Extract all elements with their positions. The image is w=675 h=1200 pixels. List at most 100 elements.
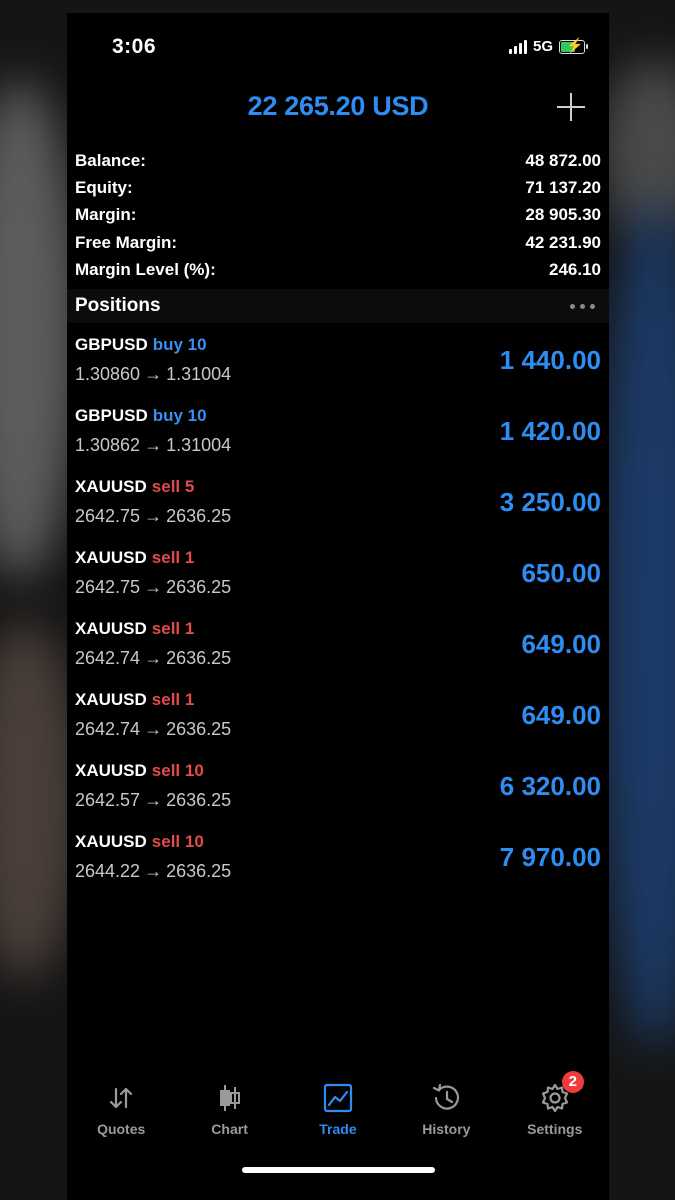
arrow-right-icon: →	[144, 577, 163, 597]
position-current-price: 2636.25	[166, 861, 232, 881]
quotes-icon	[104, 1081, 138, 1115]
account-profit-title: 22 265.20 USD	[247, 91, 429, 121]
position-row[interactable]: GBPUSD buy 10 1.30860 → 1.31004 1 440.00	[67, 331, 609, 402]
tab-label: Settings	[527, 1121, 583, 1137]
summary-row-margin: Margin: 28 905.30	[75, 202, 601, 229]
position-current-price: 2636.25	[166, 719, 232, 739]
position-current-price: 2636.25	[166, 648, 232, 668]
position-current-price: 1.31004	[166, 435, 232, 455]
summary-value: 48 872.00	[525, 150, 601, 170]
summary-value: 42 231.90	[525, 232, 601, 252]
summary-row-free-margin: Free Margin: 42 231.90	[75, 229, 601, 256]
trade-icon	[321, 1081, 355, 1115]
position-row[interactable]: XAUUSD sell 1 2642.75 → 2636.25 650.00	[67, 544, 609, 615]
notification-badge: 2	[561, 1071, 584, 1093]
position-current-price: 2636.25	[166, 790, 232, 810]
summary-value: 71 137.20	[525, 177, 601, 197]
tab-label: History	[422, 1121, 471, 1137]
summary-label: Balance:	[75, 150, 146, 170]
position-profit: 649.00	[521, 629, 601, 659]
position-side: sell 1	[151, 548, 195, 567]
history-icon	[429, 1081, 463, 1115]
position-symbol: XAUUSD	[75, 761, 147, 780]
position-open-price: 2642.74	[75, 719, 141, 739]
position-profit: 7 970.00	[499, 842, 601, 872]
position-open-price: 1.30862	[75, 435, 141, 455]
position-side: sell 10	[151, 761, 204, 780]
positions-header: Positions	[67, 289, 609, 323]
position-symbol: GBPUSD	[75, 406, 148, 425]
arrow-right-icon: →	[144, 861, 163, 881]
position-side: sell 1	[151, 619, 195, 638]
position-symbol: XAUUSD	[75, 690, 147, 709]
position-row[interactable]: GBPUSD buy 10 1.30862 → 1.31004 1 420.00	[67, 402, 609, 473]
position-current-price: 2636.25	[166, 577, 232, 597]
account-summary: Balance: 48 872.00 Equity: 71 137.20 Mar…	[75, 147, 601, 283]
arrow-right-icon: →	[144, 364, 163, 384]
position-row[interactable]: XAUUSD sell 1 2642.74 → 2636.25 649.00	[67, 686, 609, 757]
position-profit: 6 320.00	[499, 771, 601, 801]
status-time: 3:06	[112, 35, 157, 58]
signal-icon	[508, 39, 527, 54]
positions-list: GBPUSD buy 10 1.30860 → 1.31004 1 440.00 GB…	[67, 331, 609, 899]
position-open-price: 2642.75	[75, 506, 141, 526]
position-symbol: GBPUSD	[75, 335, 148, 354]
settings-icon: 2	[538, 1071, 584, 1115]
tab-history[interactable]: History	[396, 1078, 496, 1148]
phone-screen: 3:06 5G ⚡ 22 265.20 USD Balance: 48 872.…	[67, 13, 609, 1200]
position-current-price: 2636.25	[166, 506, 232, 526]
tab-label: Trade	[319, 1121, 357, 1137]
arrow-right-icon: →	[144, 790, 163, 810]
position-symbol: XAUUSD	[75, 477, 147, 496]
position-current-price: 1.31004	[166, 364, 232, 384]
summary-label: Equity:	[75, 177, 133, 197]
summary-row-balance: Balance: 48 872.00	[75, 147, 601, 174]
position-row[interactable]: XAUUSD sell 5 2642.75 → 2636.25 3 250.00	[67, 473, 609, 544]
position-row[interactable]: XAUUSD sell 10 2642.57 → 2636.25 6 320.00	[67, 757, 609, 828]
arrow-right-icon: →	[144, 435, 163, 455]
arrow-right-icon: →	[144, 648, 163, 668]
tab-chart[interactable]: Chart	[180, 1078, 280, 1148]
summary-value: 28 905.30	[525, 205, 601, 225]
network-label: 5G	[532, 38, 553, 55]
add-order-button[interactable]	[557, 93, 585, 121]
battery-icon: ⚡	[559, 38, 588, 54]
position-profit: 1 440.00	[499, 345, 601, 375]
position-symbol: XAUUSD	[75, 619, 147, 638]
position-row[interactable]: XAUUSD sell 10 2644.22 → 2636.25 7 970.00	[67, 828, 609, 899]
summary-label: Margin:	[75, 205, 137, 225]
position-open-price: 2644.22	[75, 861, 141, 881]
position-row[interactable]: XAUUSD sell 1 2642.74 → 2636.25 649.00	[67, 615, 609, 686]
positions-title: Positions	[75, 295, 161, 316]
chart-icon	[213, 1081, 247, 1115]
position-side: sell 5	[151, 477, 195, 496]
bottom-tab-bar: Quotes Chart Trade History 2 Settings	[67, 1071, 609, 1148]
summary-label: Margin Level (%):	[75, 259, 216, 279]
tab-label: Chart	[211, 1121, 248, 1137]
position-open-price: 1.30860	[75, 364, 141, 384]
position-profit: 650.00	[521, 558, 601, 588]
position-profit: 649.00	[521, 700, 601, 730]
position-side: buy 10	[152, 406, 207, 425]
position-profit: 3 250.00	[499, 487, 601, 517]
arrow-right-icon: →	[144, 506, 163, 526]
more-options-icon[interactable]	[570, 303, 595, 309]
tab-label: Quotes	[97, 1121, 146, 1137]
home-indicator[interactable]	[242, 1167, 435, 1173]
position-side: buy 10	[152, 335, 207, 354]
tab-trade[interactable]: Trade	[288, 1078, 388, 1148]
position-side: sell 10	[151, 832, 204, 851]
position-open-price: 2642.74	[75, 648, 141, 668]
summary-row-equity: Equity: 71 137.20	[75, 174, 601, 201]
position-open-price: 2642.75	[75, 577, 141, 597]
position-symbol: XAUUSD	[75, 548, 147, 567]
arrow-right-icon: →	[144, 719, 163, 739]
tab-quotes[interactable]: Quotes	[71, 1078, 171, 1148]
status-indicators: 5G ⚡	[508, 38, 588, 55]
position-symbol: XAUUSD	[75, 832, 147, 851]
position-open-price: 2642.57	[75, 790, 141, 810]
tab-settings[interactable]: 2 Settings	[505, 1071, 605, 1148]
position-side: sell 1	[151, 690, 195, 709]
summary-row-margin-level: Margin Level (%): 246.10	[75, 256, 601, 283]
summary-value: 246.10	[549, 259, 601, 279]
